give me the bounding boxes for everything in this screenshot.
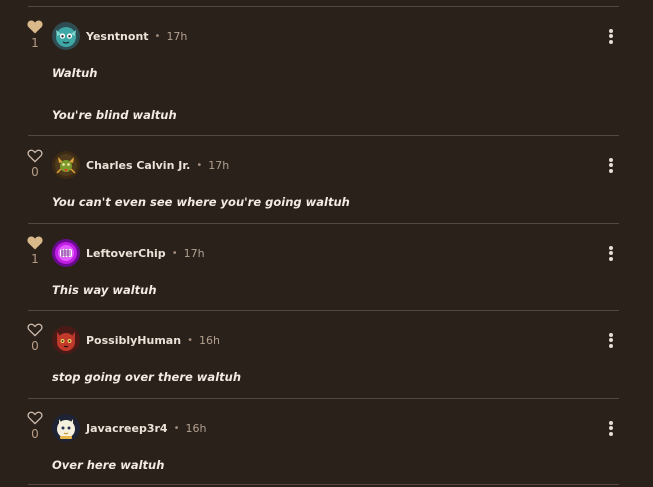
- comment-meta: Javacreep3r4 • 16h: [86, 414, 206, 442]
- more-vertical-icon: [609, 245, 613, 250]
- heart-outline-icon: [27, 411, 43, 425]
- avatar[interactable]: [52, 22, 80, 50]
- separator: •: [196, 159, 203, 171]
- heart-filled-icon: [27, 236, 43, 250]
- divider: [28, 310, 619, 311]
- comment-text: You're blind waltuh: [52, 108, 177, 122]
- purple-face-avatar: [52, 239, 80, 267]
- like-count: 0: [31, 165, 39, 179]
- separator: •: [187, 334, 193, 346]
- more-options-button[interactable]: [603, 156, 619, 176]
- timestamp: 16h: [185, 421, 207, 435]
- comment-meta: Charles Calvin Jr. • 17h: [86, 151, 229, 179]
- like-button[interactable]: 0: [23, 323, 47, 353]
- timestamp: 16h: [198, 333, 220, 347]
- comment-meta: Yesntnont • 17h: [86, 22, 187, 50]
- more-options-button[interactable]: [603, 244, 619, 264]
- username[interactable]: PossiblyHuman: [86, 334, 181, 347]
- like-count: 1: [31, 252, 39, 266]
- heart-filled-icon: [27, 20, 43, 34]
- divider: [28, 6, 619, 7]
- separator: •: [171, 247, 178, 259]
- timestamp: 17h: [166, 29, 188, 43]
- like-button[interactable]: 0: [23, 411, 47, 441]
- separator: •: [154, 30, 161, 42]
- like-count: 0: [31, 339, 39, 353]
- comment-text: stop going over there waltuh: [52, 370, 242, 384]
- username[interactable]: Javacreep3r4: [86, 422, 168, 435]
- timestamp: 17h: [208, 158, 230, 172]
- avatar[interactable]: [52, 239, 80, 267]
- divider: [28, 398, 619, 399]
- more-vertical-icon: [609, 332, 613, 337]
- avatar[interactable]: [52, 151, 80, 179]
- like-button[interactable]: 0: [23, 149, 47, 179]
- comment-text: You can't even see where you're going wa…: [52, 195, 350, 209]
- like-count: 1: [31, 36, 39, 50]
- heart-outline-icon: [27, 149, 43, 163]
- separator: •: [173, 422, 180, 434]
- avatar[interactable]: [52, 414, 80, 442]
- comment-text: This way waltuh: [52, 283, 157, 297]
- bird-creature-avatar: [52, 151, 80, 179]
- timestamp: 17h: [183, 246, 205, 260]
- avatar[interactable]: [52, 326, 80, 354]
- white-creature-avatar: [52, 414, 80, 442]
- comment-meta: PossiblyHuman • 16h: [86, 326, 220, 354]
- comment-text: Over here waltuh: [52, 458, 165, 472]
- more-options-button[interactable]: [603, 27, 619, 47]
- more-options-button[interactable]: [603, 419, 619, 439]
- like-count: 0: [31, 427, 39, 441]
- username[interactable]: Yesntnont: [86, 30, 149, 43]
- like-button[interactable]: 1: [23, 20, 47, 50]
- more-vertical-icon: [609, 28, 613, 33]
- divider: [28, 484, 619, 485]
- comment-feed: 1 Yesntnont • 17h Waltuh You're blind wa…: [0, 0, 653, 487]
- divider: [28, 135, 619, 136]
- more-options-button[interactable]: [603, 331, 619, 351]
- like-button[interactable]: 1: [23, 236, 47, 266]
- heart-outline-icon: [27, 323, 43, 337]
- divider: [28, 223, 619, 224]
- more-vertical-icon: [609, 420, 613, 425]
- comment-meta: LeftoverChip • 17h: [86, 239, 205, 267]
- red-cat-avatar: [52, 326, 80, 354]
- more-vertical-icon: [609, 157, 613, 162]
- username[interactable]: Charles Calvin Jr.: [86, 159, 190, 172]
- teal-creature-avatar: [52, 22, 80, 50]
- comment-text: Waltuh: [52, 66, 98, 80]
- username[interactable]: LeftoverChip: [86, 247, 166, 260]
